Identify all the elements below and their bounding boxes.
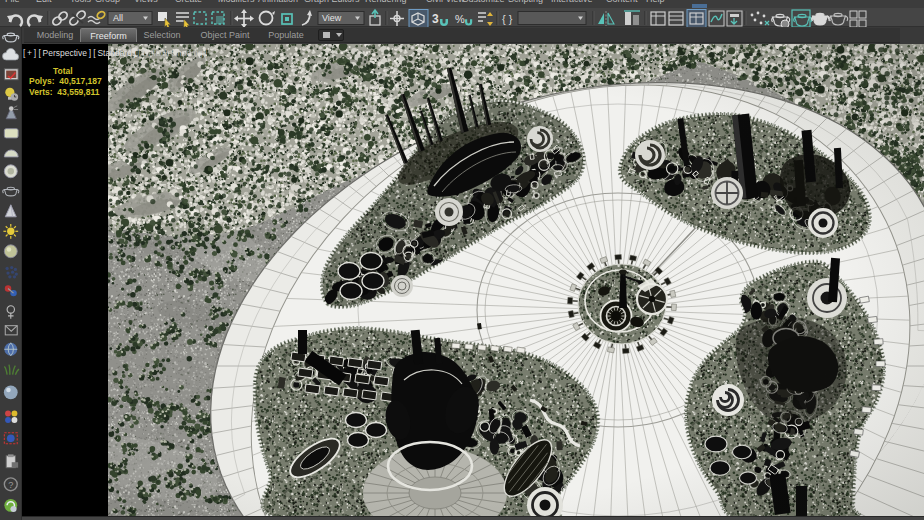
svg-text:?: ? [8, 480, 13, 490]
svg-text:All: All [113, 13, 123, 23]
svg-text:View: View [322, 13, 342, 23]
svg-text:3: 3 [432, 12, 439, 26]
svg-text:{ }: { } [502, 13, 513, 25]
svg-text:%: % [455, 13, 465, 25]
